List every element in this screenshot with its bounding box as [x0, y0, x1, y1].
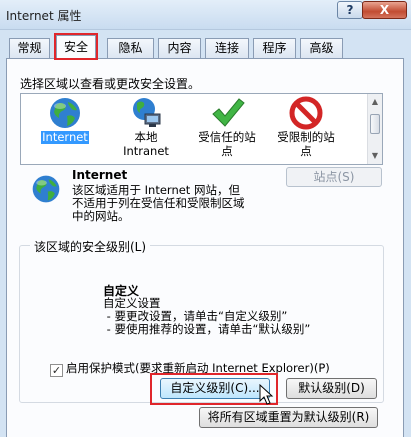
- scroll-down-icon[interactable]: ▼: [370, 152, 380, 160]
- custom-line: - 要使用推荐的设置，请单击“默认级别”: [103, 322, 311, 336]
- zone-label: 受限制的站: [277, 130, 335, 144]
- zone-internet[interactable]: Internet: [25, 96, 105, 144]
- scroll-up-icon[interactable]: ▲: [370, 98, 380, 106]
- protected-mode-checkbox[interactable]: ✓: [50, 364, 63, 377]
- close-button[interactable]: X: [362, 1, 407, 19]
- selected-zone-description: 该区域适用于 Internet 网站，但 不适用于列在受信任和受限制区域 中的网…: [72, 184, 272, 223]
- description-line: 中的网站。: [72, 209, 130, 223]
- security-level-label: 该区域的安全级别(L): [30, 238, 151, 255]
- mouse-cursor-icon: [259, 384, 274, 405]
- no-entry-icon: [289, 96, 323, 130]
- globe-icon: [50, 98, 80, 128]
- local-intranet-icon: [133, 98, 161, 127]
- tab-programs[interactable]: 程序: [253, 38, 296, 59]
- title-bar: Internet 属性 ? X: [0, 0, 411, 30]
- select-zone-label: 选择区域以查看或更改安全设置。: [20, 77, 201, 91]
- zone-label: 点: [300, 144, 312, 158]
- zone-list-scrollbar[interactable]: ▲ ▼: [367, 94, 382, 164]
- custom-level-description: 自定义设置 - 要更改设置，请单击“自定义级别” - 要使用推荐的设置，请单击“…: [103, 297, 310, 336]
- tab-general[interactable]: 常规: [9, 38, 50, 59]
- default-level-button[interactable]: 默认级别(D): [286, 378, 377, 399]
- tab-content[interactable]: 内容: [158, 38, 201, 59]
- zone-trusted-sites[interactable]: 受信任的站 点: [187, 96, 267, 158]
- zone-label: Internet: [41, 130, 89, 144]
- zone-restricted-sites[interactable]: 受限制的站 点: [266, 96, 346, 158]
- zone-label: Intranet: [123, 144, 169, 158]
- help-button[interactable]: ?: [337, 1, 363, 19]
- tab-advanced[interactable]: 高级: [300, 38, 343, 59]
- zone-label: 受信任的站: [198, 130, 256, 144]
- globe-icon: [32, 175, 60, 203]
- highlight-box-security-tab: [54, 33, 98, 60]
- tab-privacy[interactable]: 隐私: [107, 38, 154, 59]
- zone-list[interactable]: Internet 本地 Intranet 受信任的站 点 受限制的站 点 ▲ ▼: [20, 93, 383, 165]
- scroll-thumb[interactable]: [370, 114, 380, 134]
- selected-zone-title: Internet: [72, 168, 128, 182]
- zone-local-intranet[interactable]: 本地 Intranet: [106, 96, 186, 158]
- check-icon: [212, 98, 245, 127]
- reset-all-zones-button[interactable]: 将所有区域重置为默认级别(R): [199, 407, 378, 428]
- zone-label: 本地: [134, 130, 158, 144]
- window-title: Internet 属性: [6, 9, 82, 23]
- sites-button[interactable]: 站点(S): [286, 167, 382, 187]
- tab-connections[interactable]: 连接: [205, 38, 249, 59]
- zone-label: 点: [221, 144, 233, 158]
